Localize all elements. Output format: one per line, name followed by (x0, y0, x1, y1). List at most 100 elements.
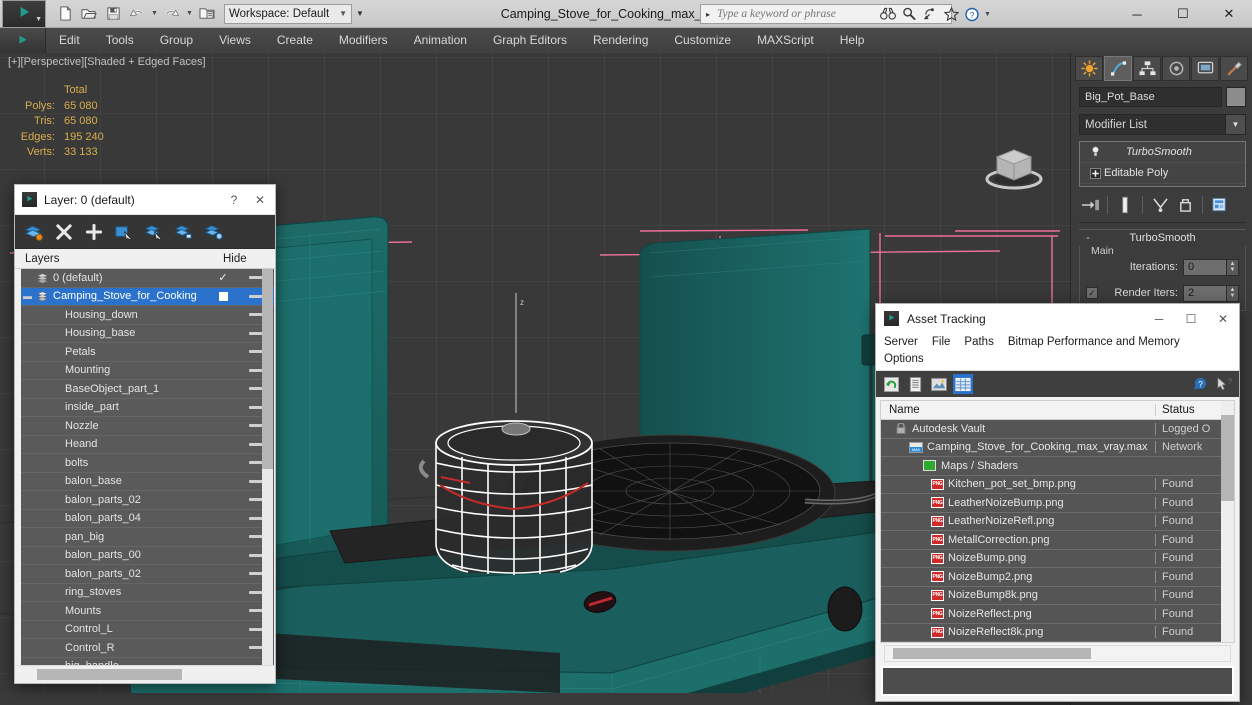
menu-item-animation[interactable]: Animation (401, 28, 480, 53)
at-menu-file[interactable]: File (932, 336, 951, 348)
undo-dropdown-icon[interactable]: ▼ (150, 10, 159, 17)
project-folder-icon[interactable] (196, 3, 218, 25)
asset-column-status[interactable]: Status (1155, 404, 1221, 416)
layer-object-row[interactable]: pan_big (21, 528, 274, 547)
show-end-result-icon[interactable] (1114, 194, 1136, 216)
utilities-tab[interactable] (1220, 56, 1248, 81)
menu-item-tools[interactable]: Tools (93, 28, 147, 53)
menu-item-group[interactable]: Group (147, 28, 206, 53)
asset-row-texture[interactable]: PNG (881, 642, 1234, 643)
spinner-arrows-icon[interactable]: ▲▼ (1227, 285, 1239, 302)
redo-dropdown-icon[interactable]: ▼ (185, 10, 194, 17)
modifier-stack-item-turbosmooth[interactable]: TurboSmooth (1080, 142, 1245, 163)
binoculars-icon[interactable] (878, 4, 898, 24)
render-iters-spinner[interactable]: 2 ▲▼ (1183, 285, 1239, 302)
asset-table[interactable]: Name Status Autodesk Vault Logged O C (880, 400, 1235, 643)
expand-toggle[interactable]: ▬ (21, 291, 34, 301)
asset-list-horizontal-scrollbar[interactable] (884, 645, 1231, 662)
viewcube-icon[interactable] (983, 139, 1045, 193)
at-menu-paths[interactable]: Paths (964, 336, 993, 348)
asset-row-maps-shaders[interactable]: Maps / Shaders (881, 457, 1234, 476)
search-icon[interactable] (899, 4, 919, 24)
help-dropdown-icon[interactable]: ▼ (983, 11, 992, 18)
scrollbar-thumb[interactable] (262, 269, 273, 469)
menu-item-graph-editors[interactable]: Graph Editors (480, 28, 580, 53)
modifier-stack[interactable]: TurboSmooth Editable Poly (1079, 141, 1246, 187)
asset-tracking-close-button[interactable]: ✕ (1207, 304, 1239, 333)
scrollbar-thumb[interactable] (37, 669, 182, 680)
layer-object-row[interactable]: balon_parts_02 (21, 565, 274, 584)
layer-row-camping-stove[interactable]: ▬ Camping_Stove_for_Cooking (21, 288, 274, 307)
menu-item-rendering[interactable]: Rendering (580, 28, 661, 53)
light-bulb-icon[interactable] (1086, 146, 1104, 158)
asset-row-texture[interactable]: PNGNoizeReflect.pngFound (881, 605, 1234, 624)
make-unique-icon[interactable] (1149, 194, 1171, 216)
grid-view-icon[interactable] (953, 374, 973, 394)
app-logo-button[interactable]: ⯈ ▼ (2, 0, 46, 28)
create-tab[interactable] (1075, 56, 1103, 81)
layer-object-row[interactable]: Housing_down (21, 306, 274, 325)
close-button[interactable]: ✕ (1206, 0, 1252, 28)
layer-object-row[interactable]: Nozzle (21, 417, 274, 436)
layer-object-row[interactable]: Control_L (21, 621, 274, 640)
chevron-down-icon[interactable]: ▼ (1225, 115, 1245, 134)
at-menu-bitmap-performance[interactable]: Bitmap Performance and Memory (1008, 336, 1180, 348)
layer-object-row[interactable]: balon_parts_02 (21, 491, 274, 510)
delete-layer-icon[interactable] (51, 219, 77, 245)
layer-dialog-help-button[interactable]: ? (221, 186, 247, 214)
modifier-list-dropdown[interactable]: Modifier List ▼ (1079, 114, 1246, 135)
asset-row-texture[interactable]: PNGNoizeReflect8k.pngFound (881, 624, 1234, 643)
layer-row-default[interactable]: 0 (default) ✓ (21, 269, 274, 288)
layer-object-row[interactable]: bolts (21, 454, 274, 473)
list-view-icon[interactable] (905, 374, 925, 394)
asset-list-vertical-scrollbar[interactable] (1221, 401, 1234, 642)
asset-row-texture[interactable]: PNGNoizeBump.pngFound (881, 550, 1234, 569)
layer-object-row[interactable]: Control_R (21, 639, 274, 658)
menu-item-help[interactable]: Help (827, 28, 878, 53)
layer-object-row[interactable]: Heand (21, 436, 274, 455)
refresh-icon[interactable] (881, 374, 901, 394)
layer-object-row[interactable]: balon_parts_04 (21, 510, 274, 529)
pin-stack-icon[interactable] (1079, 194, 1101, 216)
object-color-swatch[interactable] (1226, 87, 1246, 107)
new-file-icon[interactable] (54, 3, 76, 25)
iterations-spinner[interactable]: 0 ▲▼ (1183, 259, 1239, 276)
layer-object-row[interactable]: balon_parts_00 (21, 547, 274, 566)
asset-tracking-dialog[interactable]: ⯈ Asset Tracking ─ ☐ ✕ ServerFilePathsBi… (875, 303, 1240, 702)
asset-tracking-minimize-button[interactable]: ─ (1143, 304, 1175, 333)
layer-object-row[interactable]: Mounts (21, 602, 274, 621)
select-objects-in-layer-icon[interactable] (111, 219, 137, 245)
menu-item-edit[interactable]: Edit (46, 28, 93, 53)
layer-object-row[interactable]: ring_stoves (21, 584, 274, 603)
display-tab[interactable] (1191, 56, 1219, 81)
at-menu-server[interactable]: Server (884, 336, 918, 348)
add-selection-to-layer-icon[interactable] (171, 219, 197, 245)
remove-modifier-icon[interactable] (1174, 194, 1196, 216)
iterations-value[interactable]: 0 (1183, 259, 1227, 276)
open-file-icon[interactable] (78, 3, 100, 25)
rollout-header[interactable]: - TurboSmooth (1079, 229, 1246, 246)
layer-explorer-dialog[interactable]: ⯈ Layer: 0 (default) ? ✕ (14, 184, 276, 684)
asset-row-texture[interactable]: PNGNoizeBump2.pngFound (881, 568, 1234, 587)
object-name-field[interactable]: Big_Pot_Base (1079, 87, 1222, 107)
scrollbar-thumb[interactable] (1221, 415, 1234, 501)
help-icon[interactable]: ? (1190, 374, 1210, 394)
menu-item-views[interactable]: Views (206, 28, 264, 53)
menu-item-modifiers[interactable]: Modifiers (326, 28, 401, 53)
at-menu-options[interactable]: Options (884, 353, 924, 365)
modify-tab[interactable] (1104, 56, 1132, 81)
layer-object-row[interactable]: balon_base (21, 473, 274, 492)
help-icon[interactable]: ? (962, 4, 982, 24)
asset-row-texture[interactable]: PNGLeatherNoizeBump.pngFound (881, 494, 1234, 513)
configure-modifier-sets-icon[interactable] (1209, 194, 1231, 216)
asset-row-texture[interactable]: PNGKitchen_pot_set_bmp.pngFound (881, 476, 1234, 495)
asset-tracking-maximize-button[interactable]: ☐ (1175, 304, 1207, 333)
undo-icon[interactable] (126, 3, 148, 25)
layer-object-row[interactable]: BaseObject_part_1 (21, 380, 274, 399)
redo-icon[interactable] (161, 3, 183, 25)
minimize-button[interactable]: ─ (1114, 0, 1160, 28)
layer-list-vertical-scrollbar[interactable] (262, 269, 273, 665)
motion-tab[interactable] (1162, 56, 1190, 81)
workspace-selector[interactable]: Workspace: Default ▼ (224, 4, 352, 24)
favorite-star-icon[interactable] (941, 4, 961, 24)
